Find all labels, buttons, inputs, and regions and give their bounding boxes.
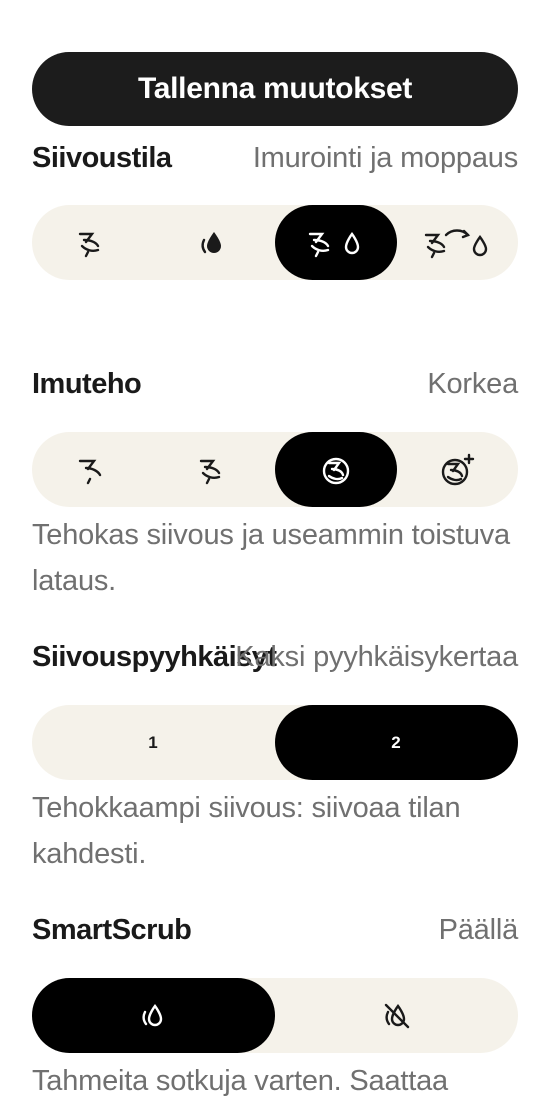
- cleaning-mode-option-vacuum-and-mop[interactable]: [275, 205, 397, 280]
- cleaning-mode-header: Siivoustila Imurointi ja moppaus: [32, 142, 518, 182]
- cleaning-mode-option-mop[interactable]: [154, 205, 276, 280]
- suction-power-header: Imuteho Korkea: [32, 368, 518, 408]
- smartscrub-off-icon: [384, 1003, 409, 1028]
- smartscrub-option-on[interactable]: [32, 978, 275, 1053]
- suction-power-selector: [32, 432, 518, 507]
- fan-low-icon: [78, 459, 101, 484]
- smartscrub-title: SmartScrub: [32, 914, 192, 946]
- cleaning-passes-option-1[interactable]: 1: [32, 705, 275, 780]
- vacuum-and-mop-icon: [308, 231, 359, 257]
- vacuum-then-mop-icon: [425, 228, 488, 258]
- save-changes-button[interactable]: Tallenna muutokset: [32, 52, 518, 126]
- passes-two-label: 2: [391, 732, 402, 752]
- cleaning-passes-description: Tehokkaampi siivous: siivoaa tilan kahde…: [32, 792, 461, 870]
- mop-drop-icon: [201, 231, 222, 253]
- fan-max-icon: [442, 453, 475, 485]
- suction-power-value: Korkea: [427, 368, 518, 400]
- cleaning-mode-option-vacuum[interactable]: [32, 205, 154, 280]
- suction-power-title: Imuteho: [32, 368, 142, 400]
- cleaning-passes-value: Kaksi pyyhkäisykertaa: [235, 641, 518, 673]
- smartscrub-value: Päällä: [438, 914, 519, 946]
- cleaning-mode-title: Siivoustila: [32, 142, 172, 174]
- smartscrub-on-icon: [141, 1003, 162, 1026]
- cleaning-mode-value: Imurointi ja moppaus: [252, 142, 518, 174]
- cleaning-passes-selector: 1 2: [32, 705, 518, 780]
- smartscrub-header: SmartScrub Päällä: [32, 914, 518, 954]
- vacuum-icon: [78, 232, 99, 257]
- smartscrub-selector: [32, 978, 518, 1053]
- cleaning-mode-selector: [32, 205, 518, 280]
- suction-power-option-high[interactable]: [275, 432, 397, 507]
- suction-power-option-medium[interactable]: [154, 432, 276, 507]
- fan-medium-icon: [200, 459, 221, 484]
- suction-power-description: Tehokas siivous ja useammin toistuva lat…: [32, 519, 510, 597]
- cleaning-passes-header: Siivouspyyhkäisyt Kaksi pyyhkäisykertaa: [32, 641, 518, 681]
- smartscrub-option-off[interactable]: [275, 978, 518, 1053]
- smartscrub-description: Tahmeita sotkuja varten. Saattaa: [32, 1065, 448, 1097]
- passes-one-label: 1: [148, 732, 159, 752]
- cleaning-passes-option-2[interactable]: 2: [275, 705, 518, 780]
- suction-power-option-max[interactable]: [397, 432, 519, 507]
- cleaning-mode-option-vacuum-then-mop[interactable]: [397, 205, 519, 280]
- fan-high-icon: [322, 457, 349, 484]
- suction-power-option-low[interactable]: [32, 432, 154, 507]
